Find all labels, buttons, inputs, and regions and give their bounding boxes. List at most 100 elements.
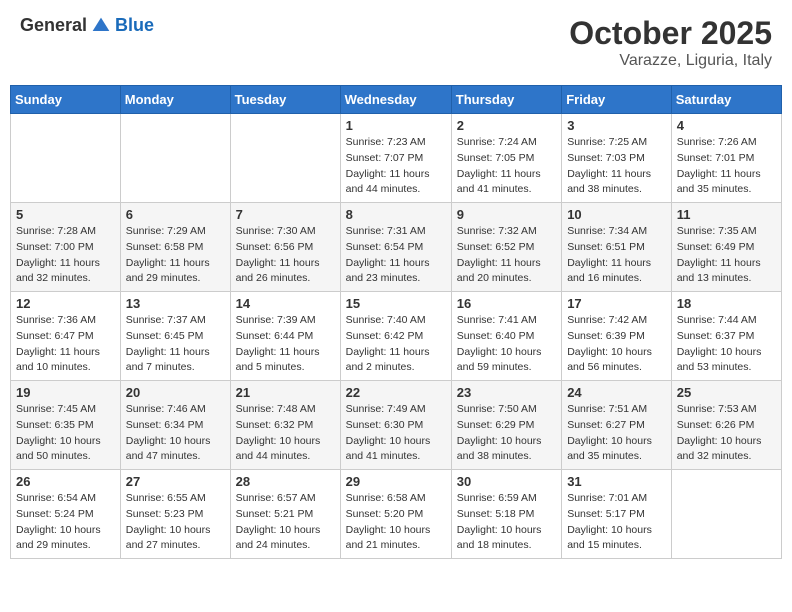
calendar-cell: 28Sunrise: 6:57 AMSunset: 5:21 PMDayligh… <box>230 470 340 559</box>
day-number: 30 <box>457 474 556 489</box>
title-block: October 2025 Varazze, Liguria, Italy <box>569 15 772 70</box>
day-number: 3 <box>567 118 666 133</box>
calendar-cell: 29 Sunrise: 6:58 AMSunset: 5:20 PMDayligh… <box>340 470 451 559</box>
calendar-cell: 9 Sunrise: 7:32 AMSunset: 6:52 PMDaylight… <box>451 203 561 292</box>
page-header: General Blue October 2025 Varazze, Ligur… <box>10 10 782 75</box>
day-info: Sunrise: 6:55 AMSunset: 5:23 PMDaylight:… <box>126 491 225 554</box>
calendar-cell: 7Sunrise: 7:30 AMSunset: 6:56 PMDaylight… <box>230 203 340 292</box>
day-number: 14 <box>236 296 335 311</box>
day-number: 19 <box>16 385 115 400</box>
day-info: Sunrise: 6:58 AMSunset: 5:20 PMDaylight:… <box>346 491 446 554</box>
calendar-cell: 10 Sunrise: 7:34 AMSunset: 6:51 PMDayligh… <box>562 203 672 292</box>
day-number: 31 <box>567 474 666 489</box>
day-number: 12 <box>16 296 115 311</box>
calendar-cell <box>11 114 121 203</box>
day-info: Sunrise: 7:40 AMSunset: 6:42 PMDaylight:… <box>346 313 446 376</box>
day-number: 23 <box>457 385 556 400</box>
day-number: 20 <box>126 385 225 400</box>
day-number: 17 <box>567 296 666 311</box>
calendar-cell: 2 Sunrise: 7:24 AMSunset: 7:05 PMDaylight… <box>451 114 561 203</box>
weekday-header: Thursday <box>451 86 561 114</box>
day-info: Sunrise: 7:46 AMSunset: 6:34 PMDaylight:… <box>126 402 225 465</box>
day-info: Sunrise: 7:41 AMSunset: 6:40 PMDaylight:… <box>457 313 556 376</box>
calendar-cell: 25Sunrise: 7:53 AMSunset: 6:26 PMDayligh… <box>671 381 781 470</box>
day-info: Sunrise: 7:25 AMSunset: 7:03 PMDaylight:… <box>567 135 666 198</box>
day-number: 5 <box>16 207 115 222</box>
calendar-cell: 22 Sunrise: 7:49 AMSunset: 6:30 PMDayligh… <box>340 381 451 470</box>
calendar-cell: 3 Sunrise: 7:25 AMSunset: 7:03 PMDaylight… <box>562 114 672 203</box>
logo-icon <box>91 16 111 36</box>
day-info: Sunrise: 7:49 AMSunset: 6:30 PMDaylight:… <box>346 402 446 465</box>
day-number: 2 <box>457 118 556 133</box>
weekday-header: Tuesday <box>230 86 340 114</box>
day-info: Sunrise: 7:24 AMSunset: 7:05 PMDaylight:… <box>457 135 556 198</box>
day-info: Sunrise: 7:29 AMSunset: 6:58 PMDaylight:… <box>126 224 225 287</box>
calendar-week-row: 12Sunrise: 7:36 AMSunset: 6:47 PMDayligh… <box>11 292 782 381</box>
calendar-cell: 8Sunrise: 7:31 AMSunset: 6:54 PMDaylight… <box>340 203 451 292</box>
day-number: 22 <box>346 385 446 400</box>
calendar-cell: 26 Sunrise: 6:54 AMSunset: 5:24 PMDayligh… <box>11 470 121 559</box>
day-info: Sunrise: 7:53 AMSunset: 6:26 PMDaylight:… <box>677 402 776 465</box>
weekday-header: Friday <box>562 86 672 114</box>
day-info: Sunrise: 7:26 AMSunset: 7:01 PMDaylight:… <box>677 135 776 198</box>
day-number: 9 <box>457 207 556 222</box>
day-info: Sunrise: 6:59 AMSunset: 5:18 PMDaylight:… <box>457 491 556 554</box>
day-info: Sunrise: 7:23 AMSunset: 7:07 PMDaylight:… <box>346 135 446 198</box>
calendar-cell: 17 Sunrise: 7:42 AMSunset: 6:39 PMDayligh… <box>562 292 672 381</box>
day-number: 29 <box>346 474 446 489</box>
calendar-cell: 12Sunrise: 7:36 AMSunset: 6:47 PMDayligh… <box>11 292 121 381</box>
day-info: Sunrise: 7:50 AMSunset: 6:29 PMDaylight:… <box>457 402 556 465</box>
day-number: 11 <box>677 207 776 222</box>
day-info: Sunrise: 7:34 AMSunset: 6:51 PMDaylight:… <box>567 224 666 287</box>
calendar-cell: 14 Sunrise: 7:39 AMSunset: 6:44 PMDayligh… <box>230 292 340 381</box>
day-info: Sunrise: 7:42 AMSunset: 6:39 PMDaylight:… <box>567 313 666 376</box>
calendar-cell <box>120 114 230 203</box>
weekday-header-row: SundayMondayTuesdayWednesdayThursdayFrid… <box>11 86 782 114</box>
weekday-header: Wednesday <box>340 86 451 114</box>
day-number: 13 <box>126 296 225 311</box>
calendar-cell: 15Sunrise: 7:40 AMSunset: 6:42 PMDayligh… <box>340 292 451 381</box>
calendar-cell <box>230 114 340 203</box>
calendar-week-row: 19 Sunrise: 7:45 AMSunset: 6:35 PMDayligh… <box>11 381 782 470</box>
weekday-header: Monday <box>120 86 230 114</box>
calendar-cell <box>671 470 781 559</box>
calendar-cell: 1 Sunrise: 7:23 AMSunset: 7:07 PMDaylight… <box>340 114 451 203</box>
day-number: 4 <box>677 118 776 133</box>
day-number: 28 <box>236 474 335 489</box>
day-number: 6 <box>126 207 225 222</box>
calendar-week-row: 1 Sunrise: 7:23 AMSunset: 7:07 PMDaylight… <box>11 114 782 203</box>
day-number: 18 <box>677 296 776 311</box>
calendar-cell: 19 Sunrise: 7:45 AMSunset: 6:35 PMDayligh… <box>11 381 121 470</box>
day-info: Sunrise: 7:51 AMSunset: 6:27 PMDaylight:… <box>567 402 666 465</box>
day-info: Sunrise: 6:54 AMSunset: 5:24 PMDaylight:… <box>16 491 115 554</box>
weekday-header: Saturday <box>671 86 781 114</box>
calendar-week-row: 5 Sunrise: 7:28 AMSunset: 7:00 PMDaylight… <box>11 203 782 292</box>
calendar-cell: 21Sunrise: 7:48 AMSunset: 6:32 PMDayligh… <box>230 381 340 470</box>
logo-general: General <box>20 15 87 36</box>
calendar-cell: 23 Sunrise: 7:50 AMSunset: 6:29 PMDayligh… <box>451 381 561 470</box>
day-info: Sunrise: 7:31 AMSunset: 6:54 PMDaylight:… <box>346 224 446 287</box>
calendar-cell: 27Sunrise: 6:55 AMSunset: 5:23 PMDayligh… <box>120 470 230 559</box>
weekday-header: Sunday <box>11 86 121 114</box>
day-number: 10 <box>567 207 666 222</box>
location-title: Varazze, Liguria, Italy <box>569 52 772 70</box>
calendar-cell: 11 Sunrise: 7:35 AMSunset: 6:49 PMDayligh… <box>671 203 781 292</box>
day-info: Sunrise: 7:28 AMSunset: 7:00 PMDaylight:… <box>16 224 115 287</box>
day-number: 16 <box>457 296 556 311</box>
day-info: Sunrise: 7:45 AMSunset: 6:35 PMDaylight:… <box>16 402 115 465</box>
day-info: Sunrise: 7:35 AMSunset: 6:49 PMDaylight:… <box>677 224 776 287</box>
day-info: Sunrise: 7:44 AMSunset: 6:37 PMDaylight:… <box>677 313 776 376</box>
calendar-cell: 31 Sunrise: 7:01 AMSunset: 5:17 PMDayligh… <box>562 470 672 559</box>
calendar-cell: 30 Sunrise: 6:59 AMSunset: 5:18 PMDayligh… <box>451 470 561 559</box>
day-number: 26 <box>16 474 115 489</box>
calendar-cell: 13Sunrise: 7:37 AMSunset: 6:45 PMDayligh… <box>120 292 230 381</box>
day-info: Sunrise: 7:01 AMSunset: 5:17 PMDaylight:… <box>567 491 666 554</box>
calendar-cell: 6 Sunrise: 7:29 AMSunset: 6:58 PMDaylight… <box>120 203 230 292</box>
month-title: October 2025 <box>569 15 772 52</box>
calendar-cell: 24Sunrise: 7:51 AMSunset: 6:27 PMDayligh… <box>562 381 672 470</box>
day-info: Sunrise: 7:32 AMSunset: 6:52 PMDaylight:… <box>457 224 556 287</box>
day-number: 1 <box>346 118 446 133</box>
day-info: Sunrise: 7:39 AMSunset: 6:44 PMDaylight:… <box>236 313 335 376</box>
calendar-cell: 5 Sunrise: 7:28 AMSunset: 7:00 PMDaylight… <box>11 203 121 292</box>
day-number: 21 <box>236 385 335 400</box>
